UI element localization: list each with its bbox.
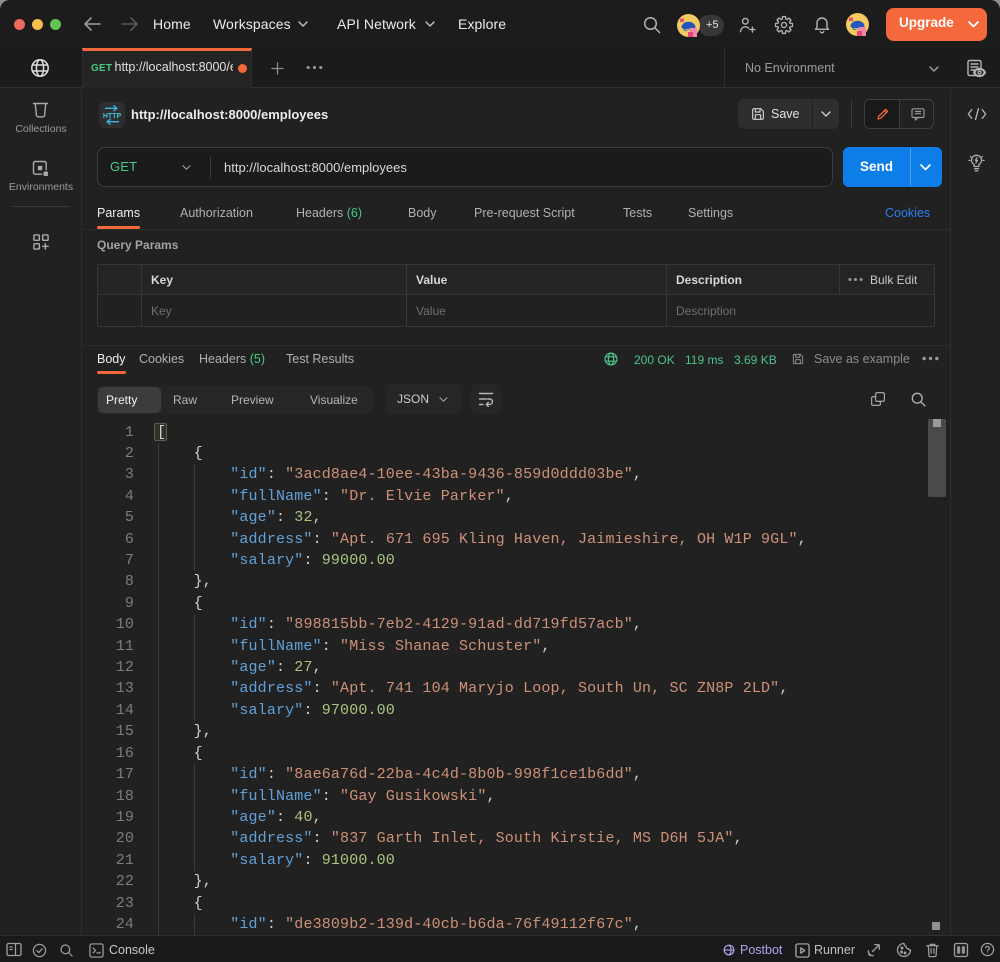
svg-text:HTTP: HTTP: [103, 113, 122, 120]
